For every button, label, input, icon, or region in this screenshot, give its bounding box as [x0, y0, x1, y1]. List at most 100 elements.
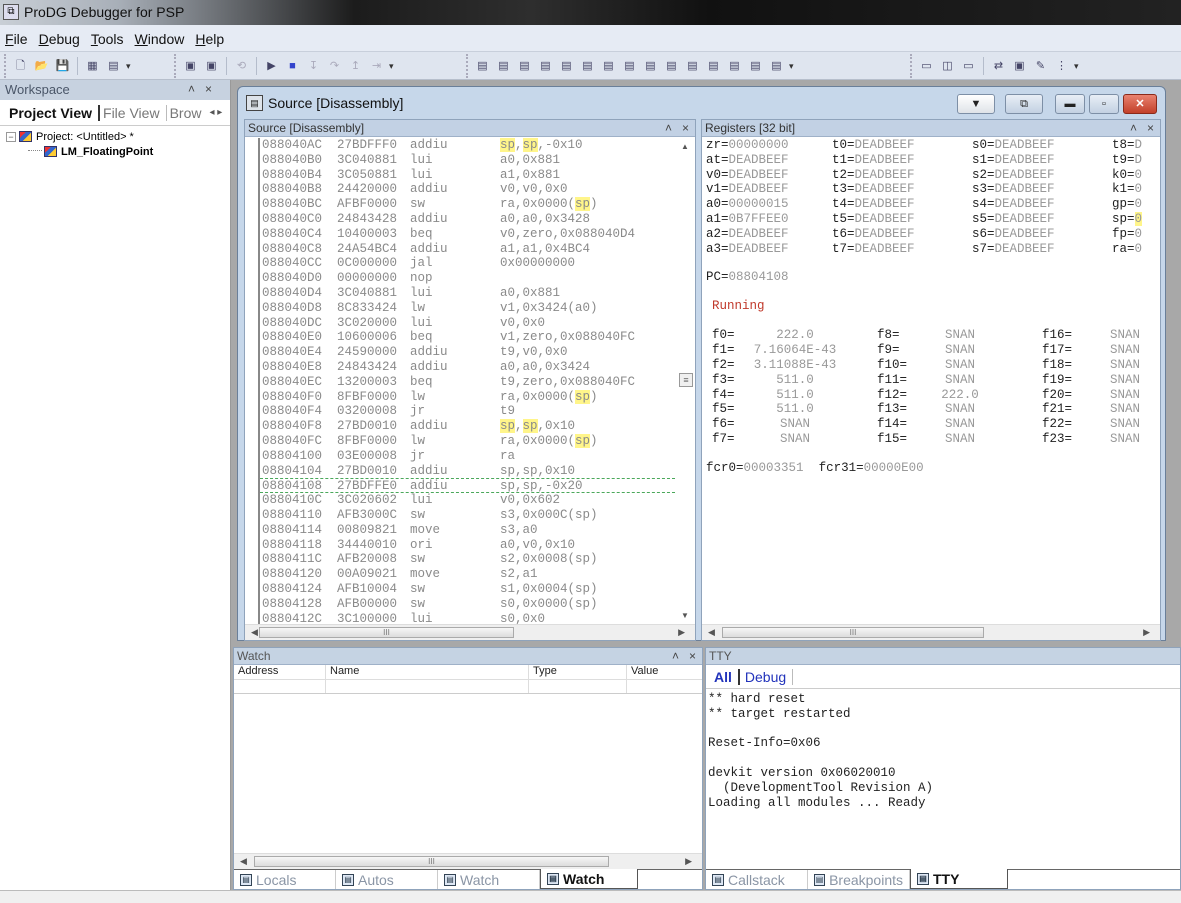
save-icon[interactable]: 💾: [54, 58, 71, 75]
scroll-left-icon[interactable]: ◀: [240, 856, 247, 867]
register-t5[interactable]: t5=DEADBEEF: [832, 212, 972, 227]
restore-button[interactable]: ⧉: [1005, 94, 1043, 114]
menu-file[interactable]: File: [0, 25, 34, 47]
disassembly-row[interactable]: 088040C4 10400003 beq v0,zero,0x088040D4: [260, 227, 675, 242]
fpu-register-f0[interactable]: f0= 222.0: [712, 328, 877, 343]
step-over-icon[interactable]: ↷: [326, 58, 343, 75]
scroll-right-icon[interactable]: ▶: [1143, 627, 1150, 638]
tty-filter-debug[interactable]: Debug: [745, 668, 794, 685]
disassembly-row[interactable]: 088040D4 3C040881 lui a0,0x881: [260, 286, 675, 301]
fpu-register-f5[interactable]: f5= 511.0: [712, 402, 877, 417]
disassembly-row[interactable]: 088040C0 24843428 addiu a0,a0,0x3428: [260, 212, 675, 227]
dropdown-button[interactable]: ▼: [957, 94, 995, 114]
disassembly-row[interactable]: 088040B8 24420000 addiu v0,v0,0x0: [260, 182, 675, 197]
close-icon[interactable]: ×: [689, 649, 696, 663]
register-s6[interactable]: s6=DEADBEEF: [972, 227, 1112, 242]
disassembly-row[interactable]: 088040AC 27BDFFF0 addiu sp,sp,-0x10: [260, 138, 675, 153]
scroll-down-icon[interactable]: ▼: [681, 611, 689, 620]
callstack-view-icon[interactable]: ▤: [642, 58, 659, 75]
fpu-register-f10[interactable]: f10= SNAN: [877, 358, 1042, 373]
pin-icon[interactable]: ˄: [188, 82, 205, 96]
fpu-register-f9[interactable]: f9= SNAN: [877, 343, 1042, 358]
fpu-register-f7[interactable]: f7= SNAN: [712, 432, 877, 447]
register-s3[interactable]: s3=DEADBEEF: [972, 182, 1112, 197]
tty-view-icon[interactable]: ▤: [663, 58, 680, 75]
maximize-button[interactable]: ▫: [1089, 94, 1119, 114]
column-type[interactable]: Type: [529, 665, 627, 679]
pin-icon[interactable]: ˄: [672, 649, 679, 663]
vertical-scrollbar[interactable]: ▲ ≡ ▼: [677, 138, 695, 624]
watch-view-icon[interactable]: ▤: [579, 58, 596, 75]
register-a1[interactable]: a1=0B7FFEE0: [706, 212, 832, 227]
fpu-register-f18[interactable]: f18= SNAN: [1042, 358, 1160, 373]
tree-item-lm-floatingpoint[interactable]: LM_FloatingPoint: [6, 144, 230, 159]
disassembly-row[interactable]: 0880412C 3C100000 lui s0,0x0: [260, 612, 675, 625]
disassembly-row[interactable]: 088040D0 00000000 nop: [260, 271, 675, 286]
tab-locals[interactable]: ▤ Locals: [234, 870, 336, 889]
fpu-register-f16[interactable]: f16= SNAN: [1042, 328, 1160, 343]
tab-project-view[interactable]: Project View: [6, 104, 101, 121]
scroll-right-icon[interactable]: ▶: [685, 856, 692, 867]
disassembly-row[interactable]: 088040F0 8FBF0000 lw ra,0x0000(sp): [260, 389, 675, 405]
scroll-thumb[interactable]: III: [722, 627, 984, 638]
memory-view-icon[interactable]: ▤: [495, 58, 512, 75]
register-fp[interactable]: fp=0: [1112, 227, 1152, 242]
disassembly-row[interactable]: 08804128 AFB00000 sw s0,0x0000(sp): [260, 597, 675, 612]
fpu-register-f6[interactable]: f6= SNAN: [712, 417, 877, 432]
menu-window[interactable]: Window: [130, 25, 191, 47]
register-s7[interactable]: s7=DEADBEEF: [972, 242, 1112, 257]
disassembly-row[interactable]: 088040E0 10600006 beq v1,zero,0x088040FC: [260, 330, 675, 345]
connect-icon[interactable]: ⇄: [990, 58, 1007, 75]
scroll-thumb[interactable]: III: [259, 627, 514, 638]
fpu-register-f13[interactable]: f13= SNAN: [877, 402, 1042, 417]
autos-view-icon[interactable]: ▤: [600, 58, 617, 75]
horizontal-scrollbar[interactable]: ◀ III ▶: [234, 853, 702, 869]
register-k1[interactable]: k1=0: [1112, 182, 1152, 197]
register-zr[interactable]: zr=00000000: [706, 138, 832, 153]
fpu-register-f17[interactable]: f17= SNAN: [1042, 343, 1160, 358]
split-horizontal-icon[interactable]: ▭: [918, 58, 935, 75]
modules-view-icon[interactable]: ▤: [726, 58, 743, 75]
tab-file-view[interactable]: File View: [100, 104, 167, 121]
disassembly-row[interactable]: 088040B4 3C050881 lui a1,0x881: [260, 168, 675, 183]
current-instruction-row[interactable]: 08804108 27BDFFE0 addiu sp,sp,-0x20: [260, 478, 675, 493]
register-s1[interactable]: s1=DEADBEEF: [972, 153, 1112, 168]
disassembly-row[interactable]: 088040B0 3C040881 lui a0,0x881: [260, 153, 675, 168]
scroll-left-icon[interactable]: ◀: [251, 627, 258, 638]
register-t0[interactable]: t0=DEADBEEF: [832, 138, 972, 153]
disassembly-row[interactable]: 088040BC AFBF0000 sw ra,0x0000(sp): [260, 197, 675, 212]
horizontal-scrollbar[interactable]: ◀ III ▶: [702, 624, 1160, 640]
scroll-right-icon[interactable]: ▶: [678, 627, 685, 638]
register-t3[interactable]: t3=DEADBEEF: [832, 182, 972, 197]
step-into-icon[interactable]: ↧: [305, 58, 322, 75]
register-view-icon[interactable]: ▤: [537, 58, 554, 75]
watch-empty-row[interactable]: [234, 680, 702, 694]
minimize-button[interactable]: ▬: [1055, 94, 1085, 114]
disassembly-listing[interactable]: 088040AC 27BDFFF0 addiu sp,sp,-0x10 088040B0…: [258, 138, 675, 624]
register-s0[interactable]: s0=DEADBEEF: [972, 138, 1112, 153]
disassembly-row[interactable]: 088040DC 3C020000 lui v0,0x0: [260, 316, 675, 331]
profiler-view-icon[interactable]: ▤: [705, 58, 722, 75]
horizontal-scrollbar[interactable]: ◀ III ▶: [245, 624, 695, 640]
step-out-icon[interactable]: ↥: [347, 58, 364, 75]
fpu-register-f12[interactable]: f12= 222.0: [877, 388, 1042, 403]
source-view-icon[interactable]: ▤: [474, 58, 491, 75]
register-sp[interactable]: sp=0: [1112, 211, 1152, 227]
new-file-icon[interactable]: 🗋: [12, 58, 29, 75]
scroll-thumb[interactable]: ≡: [679, 373, 693, 387]
windows-icon[interactable]: ▤: [105, 58, 122, 75]
toolbar-overflow-icon[interactable]: ▾: [1074, 61, 1079, 72]
split-bottom-icon[interactable]: ▭: [960, 58, 977, 75]
breakpoint-view-icon[interactable]: ▤: [621, 58, 638, 75]
tab-breakpoints[interactable]: ▤ Breakpoints: [808, 870, 910, 889]
tab-autos[interactable]: ▤ Autos: [336, 870, 438, 889]
fpu-register-f15[interactable]: f15= SNAN: [877, 432, 1042, 447]
column-name[interactable]: Name: [326, 665, 529, 679]
memory-icon[interactable]: ▦: [84, 58, 101, 75]
settings-icon[interactable]: ✎: [1032, 58, 1049, 75]
fpu-register-f11[interactable]: f11= SNAN: [877, 373, 1042, 388]
fpu-register-f22[interactable]: f22= SNAN: [1042, 417, 1160, 432]
register-k0[interactable]: k0=0: [1112, 168, 1152, 183]
fpu-register-f19[interactable]: f19= SNAN: [1042, 373, 1160, 388]
register-s4[interactable]: s4=DEADBEEF: [972, 197, 1112, 212]
